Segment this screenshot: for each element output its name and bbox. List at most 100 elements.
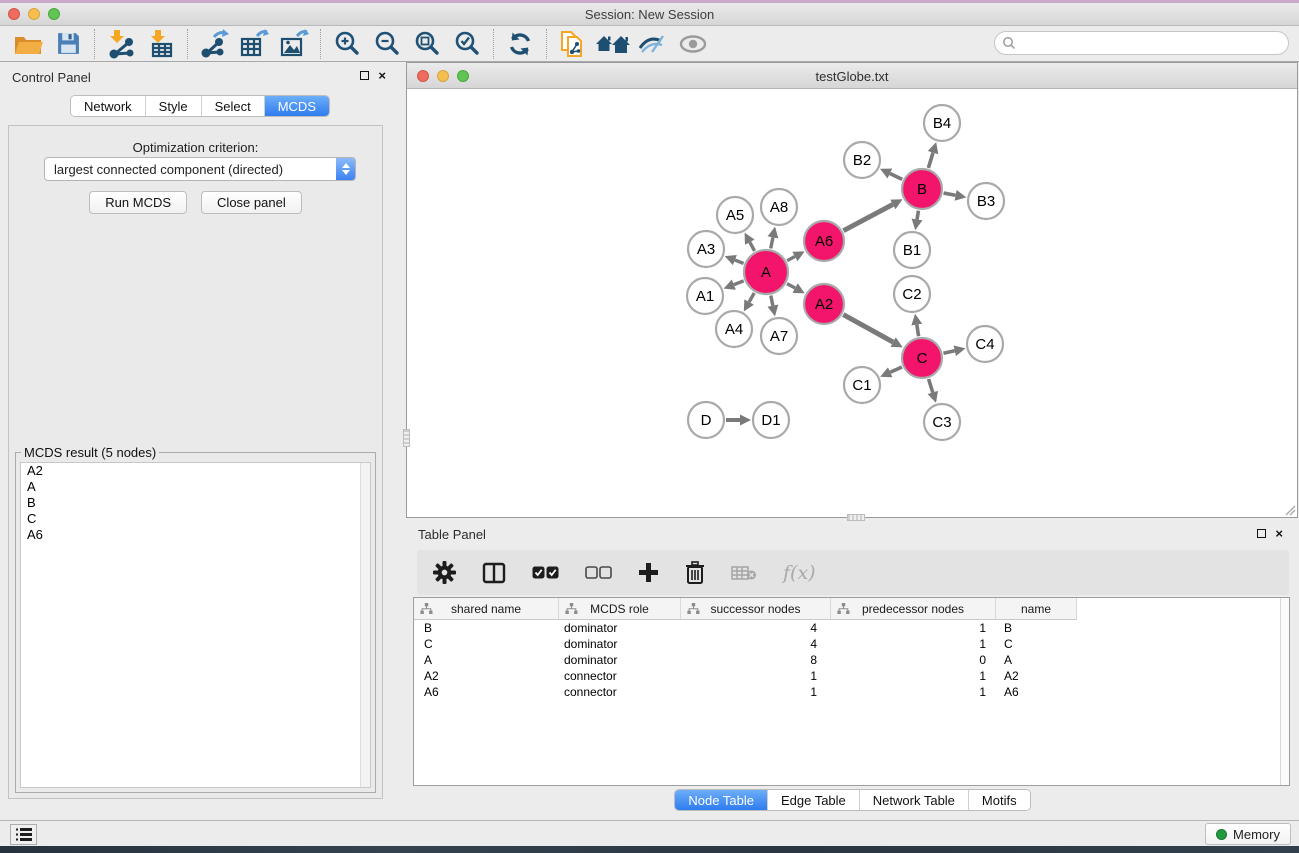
column-header[interactable]: successor nodes [681,598,831,619]
graph-edge-B-B3[interactable] [944,193,956,195]
toolbar-search[interactable] [994,31,1289,55]
zoom-fit-button[interactable] [407,28,447,60]
table-cell-mcds_role[interactable]: connector [559,669,681,683]
graph-edge-A-A8[interactable] [771,237,773,248]
graph-edge-A2-C[interactable] [843,315,893,342]
table-row[interactable]: Adominator80A [414,652,1077,668]
float-panel-icon[interactable] [360,71,369,80]
table-row[interactable]: Bdominator41B [414,620,1077,636]
table-cell-name[interactable]: B [996,621,1077,635]
zoom-out-button[interactable] [367,28,407,60]
tab-motifs[interactable]: Motifs [968,790,1030,810]
result-item[interactable]: B [21,495,370,511]
graph-edge-C-C3[interactable] [929,379,933,392]
column-header[interactable]: name [996,598,1077,619]
export-network-button[interactable] [194,28,234,60]
table-cell-predecessor_nodes[interactable]: 1 [831,637,996,651]
node-table[interactable]: shared name MCDS role successor nodes pr… [413,597,1290,786]
close-panel-icon[interactable]: × [378,71,386,80]
graph-edge-C-C2[interactable] [917,325,919,337]
column-header[interactable]: predecessor nodes [831,598,996,619]
table-cell-successor_nodes[interactable]: 1 [681,669,831,683]
tab-network[interactable]: Network [71,96,145,116]
run-mcds-button[interactable]: Run MCDS [89,191,187,214]
result-scrollbar[interactable] [360,463,370,787]
table-scrollbar[interactable] [1280,598,1289,785]
zoom-selected-button[interactable] [447,28,487,60]
graph-edge-A-A4[interactable] [749,293,754,302]
close-panel-button[interactable]: Close panel [201,191,302,214]
table-row[interactable]: A6connector11A6 [414,684,1077,700]
task-history-button[interactable] [10,824,37,845]
zoom-in-button[interactable] [327,28,367,60]
graph-edge-A6-B[interactable] [843,204,892,230]
tab-edge-table[interactable]: Edge Table [767,790,859,810]
export-table-button[interactable] [234,28,274,60]
graph-edge-C-C4[interactable] [943,351,954,354]
select-all-columns-button[interactable] [532,558,559,588]
graph-edge-B-B1[interactable] [917,211,918,220]
table-cell-name[interactable]: C [996,637,1077,651]
table-cell-mcds_role[interactable]: dominator [559,653,681,667]
graph-edge-A-A7[interactable] [771,296,773,306]
deselect-all-columns-button[interactable] [585,558,612,588]
graph-edge-A-A1[interactable] [734,281,744,285]
graph-edge-A-A6[interactable] [787,257,795,261]
table-cell-successor_nodes[interactable]: 4 [681,637,831,651]
table-row[interactable]: Cdominator41C [414,636,1077,652]
show-hide-button[interactable] [673,28,713,60]
table-cell-shared_name[interactable]: C [414,637,559,651]
table-cell-shared_name[interactable]: A6 [414,685,559,699]
tab-mcds[interactable]: MCDS [264,96,329,116]
save-session-button[interactable] [48,28,88,60]
result-item[interactable]: A2 [21,463,370,479]
delete-table-button[interactable] [731,558,757,588]
graph-edge-A-A2[interactable] [787,284,795,288]
home-layout-button[interactable] [593,28,633,60]
table-cell-shared_name[interactable]: A2 [414,669,559,683]
panel-splitter-grip[interactable] [847,514,865,521]
table-cell-predecessor_nodes[interactable]: 0 [831,653,996,667]
close-panel-icon[interactable]: × [1275,529,1283,538]
result-item[interactable]: C [21,511,370,527]
import-table-button[interactable] [141,28,181,60]
table-cell-shared_name[interactable]: B [414,621,559,635]
table-cell-predecessor_nodes[interactable]: 1 [831,669,996,683]
open-session-button[interactable] [8,28,48,60]
refresh-button[interactable] [500,28,540,60]
resize-grip-icon[interactable] [1284,504,1296,516]
tab-style[interactable]: Style [145,96,201,116]
import-network-button[interactable] [101,28,141,60]
table-cell-predecessor_nodes[interactable]: 1 [831,685,996,699]
table-settings-button[interactable] [433,558,456,588]
hide-annotations-button[interactable] [633,28,673,60]
panel-splitter-grip[interactable] [403,429,410,447]
float-panel-icon[interactable] [1257,529,1266,538]
function-builder-button[interactable]: f(x) [783,558,816,588]
table-cell-successor_nodes[interactable]: 1 [681,685,831,699]
mcds-result-list[interactable]: A2ABCA6 [20,462,371,788]
graph-edge-C-C1[interactable] [890,367,902,372]
tab-network-table[interactable]: Network Table [859,790,968,810]
graph-edge-A-A5[interactable] [750,242,755,251]
tab-select[interactable]: Select [201,96,264,116]
graph-edge-A-A3[interactable] [735,260,744,263]
table-cell-predecessor_nodes[interactable]: 1 [831,621,996,635]
search-input[interactable] [1016,36,1288,50]
table-cell-name[interactable]: A2 [996,669,1077,683]
network-canvas[interactable]: B4B2BB3A8A5A6A3B1AA1C2A2A4A7C4CC1DD1C3 [407,90,1297,517]
table-cell-mcds_role[interactable]: dominator [559,621,681,635]
create-column-button[interactable] [638,558,659,588]
graph-edge-B-B2[interactable] [890,173,902,179]
table-cell-name[interactable]: A6 [996,685,1077,699]
column-header[interactable]: shared name [414,598,559,619]
table-cell-successor_nodes[interactable]: 8 [681,653,831,667]
table-row[interactable]: A2connector11A2 [414,668,1077,684]
graph-edge-B-B4[interactable] [928,153,933,168]
result-item[interactable]: A6 [21,527,370,543]
table-cell-mcds_role[interactable]: dominator [559,637,681,651]
toggle-column-view-button[interactable] [482,558,506,588]
criterion-dropdown[interactable]: largest connected component (directed) [44,157,356,181]
table-cell-mcds_role[interactable]: connector [559,685,681,699]
export-image-button[interactable] [274,28,314,60]
